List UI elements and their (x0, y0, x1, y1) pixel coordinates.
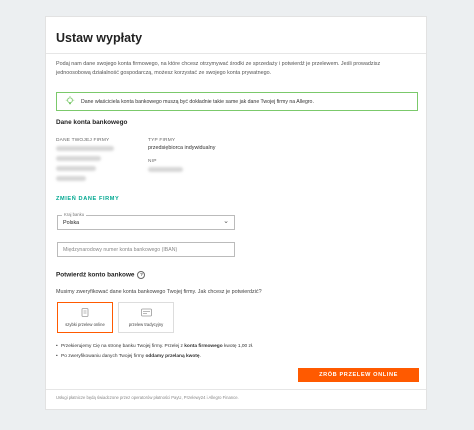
online-transfer-button[interactable]: ZRÓB PRZELEW ONLINE (298, 368, 419, 382)
redacted-company-name (56, 146, 114, 151)
nip-label: NIP (148, 159, 157, 164)
payout-settings-card: Ustaw wypłaty Podaj nam dane swojego kon… (45, 16, 427, 410)
page-title: Ustaw wypłaty (56, 31, 143, 45)
bullet-2-bold: oddamy przelaną kwotę (145, 354, 200, 359)
bullet-2-end: . (199, 354, 201, 359)
iban-input[interactable]: Międzynarodowy numer konta bankowego (IB… (57, 242, 235, 257)
company-data-label: DANE TWOJEJ FIRMY (56, 138, 110, 143)
option-online-transfer[interactable]: szybki przelew online (57, 302, 113, 333)
redacted-company-address (56, 156, 101, 161)
company-type-value: przedsiębiorca indywidualny (148, 145, 216, 151)
info-banner: Dane właściciela konta bankowego muszą b… (56, 92, 418, 111)
option-traditional-transfer[interactable]: przelew tradycyjny (118, 302, 174, 333)
bank-details-heading: Dane konta bankowego (56, 119, 128, 126)
company-type-label: TYP FIRMY (148, 138, 176, 143)
confirm-account-heading-text: Potwierdź konto bankowe (56, 271, 135, 279)
option-online-transfer-label: szybki przelew online (65, 322, 105, 327)
iban-placeholder: Międzynarodowy numer konta bankowego (IB… (63, 246, 178, 253)
instruction-bullet-2: Po zweryfikowaniu danych Twojej firmy od… (56, 354, 201, 359)
redacted-company-country (56, 176, 86, 181)
bullet-1-bold: konta firmowego (184, 344, 223, 349)
chevron-down-icon: ⌄ (223, 218, 229, 225)
lightbulb-icon (63, 95, 77, 108)
bullet-2-text: Po zweryfikowaniu danych Twojej firmy (61, 354, 146, 359)
redacted-nip (148, 167, 183, 172)
help-icon[interactable]: ? (137, 271, 146, 279)
bullet-1-end: kwotę 1,00 zł. (222, 344, 254, 349)
change-company-data-link[interactable]: ZMIEŃ DANE FIRMY (56, 196, 119, 202)
verification-question: Musimy zweryfikować dane konta bankowego… (56, 289, 262, 295)
card-icon (80, 308, 90, 319)
redacted-company-city (56, 166, 96, 171)
bank-country-label: Kraj banku (62, 212, 87, 217)
instruction-bullet-1: Przekierujemy Cię na stronę banku Twojej… (56, 344, 254, 349)
info-banner-text: Dane właściciela konta bankowego muszą b… (81, 98, 314, 105)
footer-note: Usługi płatnicze będą świadczone przez o… (56, 395, 239, 400)
option-traditional-transfer-label: przelew tradycyjny (128, 322, 164, 327)
bank-country-value: Polska (63, 219, 80, 226)
intro-text: Podaj nam dane swojego konta firmowego, … (56, 61, 381, 76)
footer-divider (46, 389, 426, 390)
transfer-icon (140, 308, 152, 319)
title-divider (46, 53, 426, 54)
bullet-1-text: Przekierujemy Cię na stronę banku Twojej… (61, 344, 185, 349)
confirm-account-heading: Potwierdź konto bankowe? (56, 271, 146, 279)
bank-country-select[interactable]: Kraj banku Polska ⌄ (57, 212, 235, 230)
